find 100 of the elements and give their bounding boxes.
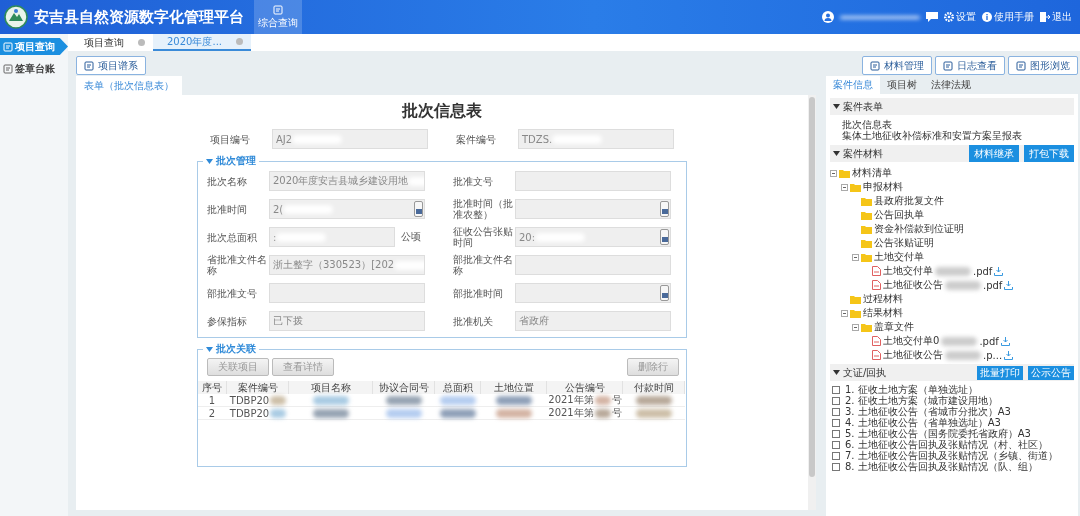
checklist-label: 4. 土地征收公告（省单独选址）A3 (845, 417, 1001, 428)
field-label: 批次总面积 (207, 231, 258, 243)
settings-icon (944, 12, 954, 22)
toolbar-button[interactable]: 图形浏览 (1008, 56, 1078, 75)
table-cell: 2021年第 号 (547, 407, 623, 420)
scrollbar-thumb[interactable] (809, 97, 815, 477)
checklist-label: 2. 征收土地方案（城市建设用地） (845, 395, 998, 406)
collapse-icon[interactable] (830, 169, 837, 177)
file-extension: .p... (983, 349, 1003, 361)
tree-item-label[interactable]: 土地交付单 (883, 264, 933, 278)
pdf-file-icon (872, 280, 881, 290)
column-header: 案件编号 (227, 381, 289, 394)
section-legend: 批次关联 (216, 342, 256, 356)
app-title: 安吉县自然资源数字化管理平台 (34, 7, 244, 27)
download-icon[interactable] (994, 266, 1004, 276)
tree-item-label[interactable]: 公告回执单 (874, 208, 924, 222)
field-label: 批准时间 (207, 203, 248, 215)
sidebar-item[interactable]: 签章台账 (0, 60, 68, 77)
panel-tab[interactable]: 项目树 (880, 76, 924, 94)
pdf-file-icon (872, 336, 881, 346)
checkbox[interactable] (832, 419, 840, 427)
field-label: 案件编号 (456, 133, 497, 145)
folder-icon (861, 196, 872, 206)
logo-icon (4, 5, 28, 29)
caret-down-icon[interactable] (833, 104, 840, 109)
collapse-icon[interactable] (852, 323, 859, 331)
header-link[interactable]: 使用手册 (982, 10, 1034, 24)
tree-item-label[interactable]: 县政府批复文件 (874, 194, 944, 208)
input-field[interactable] (269, 283, 425, 303)
download-icon[interactable] (1000, 336, 1010, 346)
collapse-icon[interactable] (841, 309, 848, 317)
date-picker-button[interactable] (414, 201, 423, 217)
checkbox[interactable] (832, 397, 840, 405)
document-icon (1016, 60, 1026, 71)
section-title: 案件表单 (843, 99, 883, 114)
toolbar-button[interactable]: 项目谱系 (76, 56, 146, 75)
toolbar-button[interactable]: 材料管理 (862, 56, 932, 75)
form-list-item[interactable]: 集体土地征收补偿标准和安置方案呈报表 (830, 130, 1074, 141)
date-picker-button[interactable] (660, 229, 669, 245)
panel-tab[interactable]: 法律法规 (924, 76, 978, 94)
form-list-item[interactable]: 批次信息表 (830, 119, 1074, 130)
header-link[interactable]: 设置 (944, 10, 976, 24)
date-picker-button[interactable] (660, 201, 669, 217)
tree-item-label[interactable]: 资金补偿款到位证明 (874, 222, 964, 236)
message-icon[interactable] (926, 12, 938, 22)
caret-down-icon[interactable] (833, 370, 840, 375)
date-picker-button[interactable] (660, 285, 669, 301)
download-icon[interactable] (1004, 280, 1014, 290)
input-field[interactable] (515, 199, 671, 219)
form-title: 批次信息表 (402, 101, 482, 122)
file-extension: .pdf (973, 265, 993, 277)
calendar-icon (661, 237, 668, 242)
checkbox[interactable] (832, 386, 840, 394)
page-tab[interactable]: 项目查询 (70, 34, 153, 51)
column-header: 总面积 (435, 381, 481, 394)
collapse-icon[interactable] (841, 183, 848, 191)
table-cell: TDBP20 (227, 394, 289, 407)
tree-item-label[interactable]: 土地交付单 (874, 250, 924, 264)
checkbox[interactable] (832, 441, 840, 449)
form-tab[interactable]: 表单（批次信息表） (76, 76, 182, 95)
tree-item-label[interactable]: 盖章文件 (874, 320, 914, 334)
folder-icon (861, 238, 872, 248)
folder-icon (861, 224, 872, 234)
caret-down-icon[interactable] (833, 151, 840, 156)
document-icon (3, 63, 13, 74)
tree-item-label[interactable]: 结果材料 (863, 306, 903, 320)
checklist-label: 8. 土地征收公告回执及张贴情况（队、组） (845, 461, 1038, 472)
checkbox[interactable] (832, 452, 840, 460)
calendar-icon (661, 293, 668, 298)
checklist-label: 1. 征收土地方案（单独选址） (845, 384, 978, 395)
checklist-label: 3. 土地征收公告（省城市分批次）A3 (845, 406, 1011, 417)
checkbox[interactable] (832, 463, 840, 471)
checkbox[interactable] (832, 430, 840, 438)
tree-item-label[interactable]: 公告张贴证明 (874, 236, 934, 250)
collapse-icon[interactable] (852, 253, 859, 261)
folder-icon (850, 308, 861, 318)
column-header: 协议合同号 (373, 381, 435, 394)
document-icon (3, 41, 13, 52)
tree-item-label[interactable]: 土地征收公告 (883, 348, 943, 362)
table-cell: TDBP20 (227, 407, 289, 420)
tree-item-label[interactable]: 土地交付单0 (883, 334, 940, 348)
header-link[interactable]: 退出 (1040, 10, 1072, 24)
nav-button[interactable]: 综合查询 (254, 0, 302, 34)
field-label: 部批准时间 (453, 287, 504, 299)
tree-item-label[interactable]: 申报材料 (863, 180, 903, 194)
field-label: 省批准文件名称 (207, 254, 268, 276)
input-field[interactable] (515, 283, 671, 303)
column-header: 土地位置 (481, 381, 547, 394)
tree-item-label[interactable]: 材料清单 (852, 166, 892, 180)
calendar-icon (661, 209, 668, 214)
input-field[interactable] (515, 255, 671, 275)
field-label: 批准文号 (453, 175, 494, 187)
checkbox[interactable] (832, 408, 840, 416)
input-field[interactable] (515, 171, 671, 191)
field-label: 批准时间（批准农整） (453, 198, 514, 220)
panel-tab[interactable]: 案件信息 (826, 76, 880, 94)
download-icon[interactable] (1004, 350, 1014, 360)
tree-item-label[interactable]: 土地征收公告 (883, 278, 943, 292)
toolbar-button[interactable]: 日志查看 (935, 56, 1005, 75)
tree-item-label[interactable]: 过程材料 (863, 292, 903, 306)
